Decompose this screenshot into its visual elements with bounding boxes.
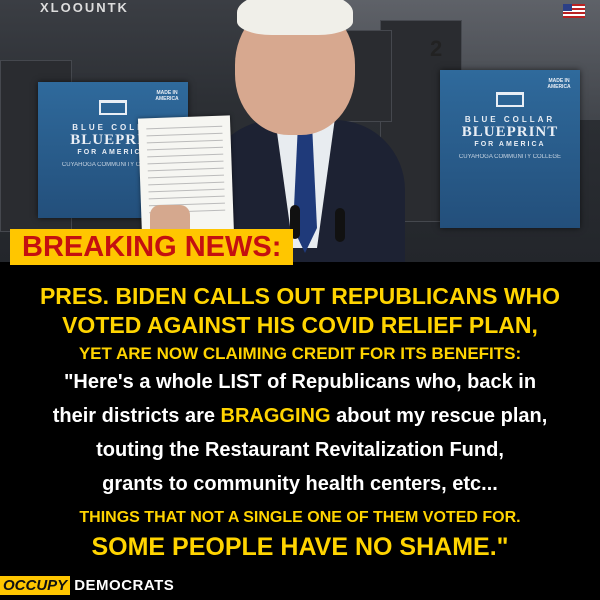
brand-democrats: DEMOCRATS xyxy=(74,576,175,594)
breaking-news-banner: BREAKING NEWS: xyxy=(10,229,294,265)
quote-line-2: their districts are BRAGGING about my re… xyxy=(0,405,600,428)
quote-line-4: grants to community health centers, etc.… xyxy=(102,473,498,495)
brand-logo: OCCUPY DEMOCRATS xyxy=(0,575,174,595)
sign-right-line2: BLUEPRINT xyxy=(461,124,559,140)
sign-right-badge: MADE IN AMERICA xyxy=(547,78,571,90)
sign-right-line1: BLUE COLLAR xyxy=(464,115,556,124)
whitehouse-icon xyxy=(496,92,524,107)
sign-right-line3: FOR AMERICA xyxy=(474,141,546,148)
machine-number: 2 xyxy=(430,36,443,61)
sign-right: MADE IN AMERICA BLUE COLLAR BLUEPRINT FO… xyxy=(440,70,580,228)
brand-occupy: OCCUPY xyxy=(0,575,71,595)
quote-line-6: SOME PEOPLE HAVE NO SHAME." xyxy=(91,533,509,561)
quote-line-2-after: about my rescue plan, xyxy=(330,405,548,427)
quote-line-5: THINGS THAT NOT A SINGLE ONE OF THEM VOT… xyxy=(79,509,521,526)
quote-highlight: BRAGGING xyxy=(220,405,331,427)
sign-right-line4: CUYAHOGA COMMUNITY COLLEGE xyxy=(458,154,562,160)
quote-line-2-before: their districts are xyxy=(52,405,221,427)
headline-line-1: PRES. BIDEN CALLS OUT REPUBLICANS WHO xyxy=(39,283,561,309)
headline-line-3: YET ARE NOW CLAIMING CREDIT FOR ITS BENE… xyxy=(78,344,522,363)
whitehouse-icon xyxy=(99,100,127,115)
meme-post: XLOOUNTK 2 MADE IN AMERICA BLUE COLLA BL… xyxy=(0,0,600,600)
top-cut-text: XLOOUNTK xyxy=(40,0,129,15)
headline-line-2: VOTED AGAINST HIS COVID RELIEF PLAN, xyxy=(62,312,538,338)
news-photo: XLOOUNTK 2 MADE IN AMERICA BLUE COLLA BL… xyxy=(0,0,600,262)
quote-line-3: touting the Restaurant Revitalization Fu… xyxy=(96,439,504,461)
hair xyxy=(237,0,353,35)
microphone-icon xyxy=(335,208,345,242)
quote-line-1: "Here's a whole LIST of Republicans who,… xyxy=(63,371,537,393)
flag-icon xyxy=(563,4,585,18)
